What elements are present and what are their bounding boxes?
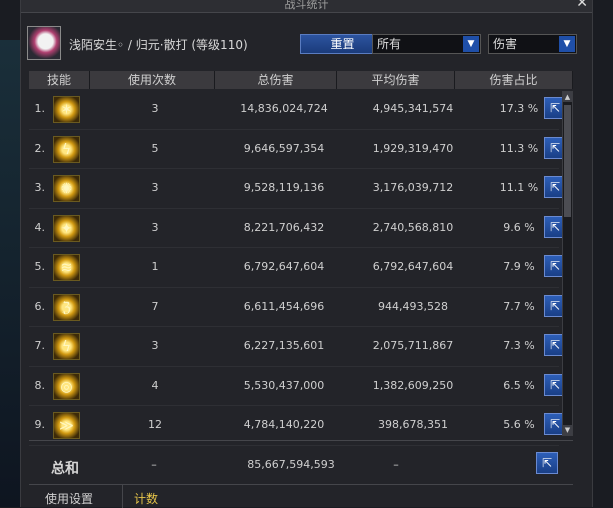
skill-glyph: ≋ [60,260,73,276]
scroll-down-icon[interactable]: ▼ [563,425,572,435]
summary-average: – [393,458,399,471]
close-icon[interactable]: ✕ [576,0,588,11]
uses-cell: 3 [151,181,159,194]
background-edge [0,40,20,507]
average-damage-cell: 1,382,609,250 [372,378,454,392]
total-damage-cell: 8,221,706,432 [243,220,325,234]
skill-glyph: ✦ [60,220,73,237]
skill-glyph: ϟ [61,339,72,355]
tab-divider [122,485,123,508]
skill-icon[interactable]: ℨ [53,293,80,321]
total-damage-cell: 9,528,119,136 [243,181,325,194]
table-row: 6. ℨ 7 6,611,454,696 944,493,528 7.7 % ⇱ [29,288,566,327]
skill-glyph: ℨ [62,299,71,316]
row-index: 2. [34,141,46,155]
header-average-damage[interactable]: 平均伤害 [337,71,455,89]
uses-cell: 4 [151,378,159,392]
scroll-up-icon[interactable]: ▲ [563,92,572,102]
filter-dropdown[interactable]: 所有 ▼ [372,34,481,54]
average-damage-cell: 2,740,568,810 [372,220,454,234]
total-damage-cell: 14,836,024,724 [240,102,328,115]
skill-icon[interactable]: ≋ [53,254,80,281]
uses-cell: 3 [151,102,159,115]
average-damage-cell: 6,792,647,604 [372,260,454,273]
table-row: 8. ◎ 4 5,530,437,000 1,382,609,250 6.5 % ⇱ [29,367,566,406]
table-row: 5. ≋ 1 6,792,647,604 6,792,647,604 7.9 % ⇱ [29,248,566,288]
total-damage-cell: 6,611,454,696 [243,299,325,313]
tab-usage-settings[interactable]: 使用设置 [45,490,93,507]
tab-count[interactable]: 计数 [134,490,158,507]
header-uses[interactable]: 使用次数 [90,71,215,89]
row-index: 3. [34,181,46,194]
skill-glyph: ✺ [60,181,73,197]
row-index: 9. [34,418,46,431]
row-index: 8. [34,378,46,392]
table-row: 1. ✶ 3 14,836,024,724 4,945,341,574 17.3 % ⇱ [29,90,566,130]
uses-cell: 3 [151,220,159,234]
total-damage-cell: 4,784,140,220 [243,418,325,431]
share-icon[interactable]: ⇱ [536,452,558,474]
row-index: 4. [34,220,46,234]
table-header: 技能 使用次数 总伤害 平均伤害 伤害占比 [29,71,573,89]
skill-table: 1. ✶ 3 14,836,024,724 4,945,341,574 17.3 % ⇱ 2.… [29,90,566,446]
divider [29,440,573,441]
avatar [27,26,61,60]
total-damage-cell: 9,646,597,354 [243,141,325,155]
summary-total: 85,667,594,593 [247,458,335,471]
average-damage-cell: 398,678,351 [378,418,448,431]
average-damage-cell: 4,945,341,574 [372,102,454,115]
total-damage-cell: 5,530,437,000 [243,378,325,392]
skill-icon[interactable]: ϟ [53,135,80,163]
skill-icon[interactable]: ✶ [53,96,80,123]
uses-cell: 5 [151,141,159,155]
table-row: 3. ✺ 3 9,528,119,136 3,176,039,712 11.1 % ⇱ [29,169,566,209]
filter-value: 所有 [377,37,402,51]
combat-stats-window: 战斗统计 ✕ 浅陌安生◦ / 归元·散打 (等级110) 重置 所有 ▼ 伤害 … [20,0,593,508]
uses-cell: 3 [151,339,159,352]
total-damage-cell: 6,227,135,601 [243,339,325,352]
chevron-down-icon: ▼ [559,36,575,52]
header-skill[interactable]: 技能 [29,71,90,89]
uses-cell: 1 [151,260,159,273]
row-index: 7. [34,339,46,352]
metric-dropdown[interactable]: 伤害 ▼ [488,34,577,54]
uses-cell: 12 [148,418,162,431]
player-name: 浅陌安生◦ / 归元·散打 (等级110) [69,38,248,52]
scroll-thumb[interactable] [564,105,571,217]
table-row: 2. ϟ 5 9,646,597,354 1,929,319,470 11.3 % ⇱ [29,130,566,169]
bottom-tabs: 使用设置 计数 [29,484,573,508]
row-index: 1. [34,102,46,115]
metric-value: 伤害 [493,37,518,51]
skill-icon[interactable]: ◎ [53,372,80,400]
skill-icon[interactable]: ✺ [53,175,80,202]
table-row: 4. ✦ 3 8,221,706,432 2,740,568,810 9.6 % ⇱ [29,209,566,248]
average-damage-cell: 1,929,319,470 [372,141,454,155]
row-index: 6. [34,299,46,313]
table-row: 7. ϟ 3 6,227,135,601 2,075,711,867 7.3 % ⇱ [29,327,566,367]
average-damage-cell: 2,075,711,867 [372,339,454,352]
uses-cell: 7 [151,299,159,313]
average-damage-cell: 3,176,039,712 [372,181,454,194]
skill-icon[interactable]: ≫ [53,412,80,439]
skill-glyph: ◎ [60,378,73,395]
skill-icon[interactable]: ϟ [53,333,80,360]
summary-uses: – [151,458,157,471]
header-damage-share[interactable]: 伤害占比 [455,71,573,89]
skill-glyph: ϟ [61,141,72,158]
scrollbar[interactable]: ▲ ▼ [562,91,573,436]
chevron-down-icon: ▼ [463,36,479,52]
skill-glyph: ≫ [59,418,74,434]
row-index: 5. [34,260,46,273]
average-damage-cell: 944,493,528 [378,299,448,313]
skill-icon[interactable]: ✦ [53,214,80,242]
window-title: 战斗统计 [284,0,329,11]
total-damage-cell: 6,792,647,604 [243,260,325,273]
skill-glyph: ✶ [60,102,73,118]
summary-label: 总和 [51,461,79,477]
title-bar: 战斗统计 ✕ [21,0,592,13]
header-total-damage[interactable]: 总伤害 [215,71,337,89]
